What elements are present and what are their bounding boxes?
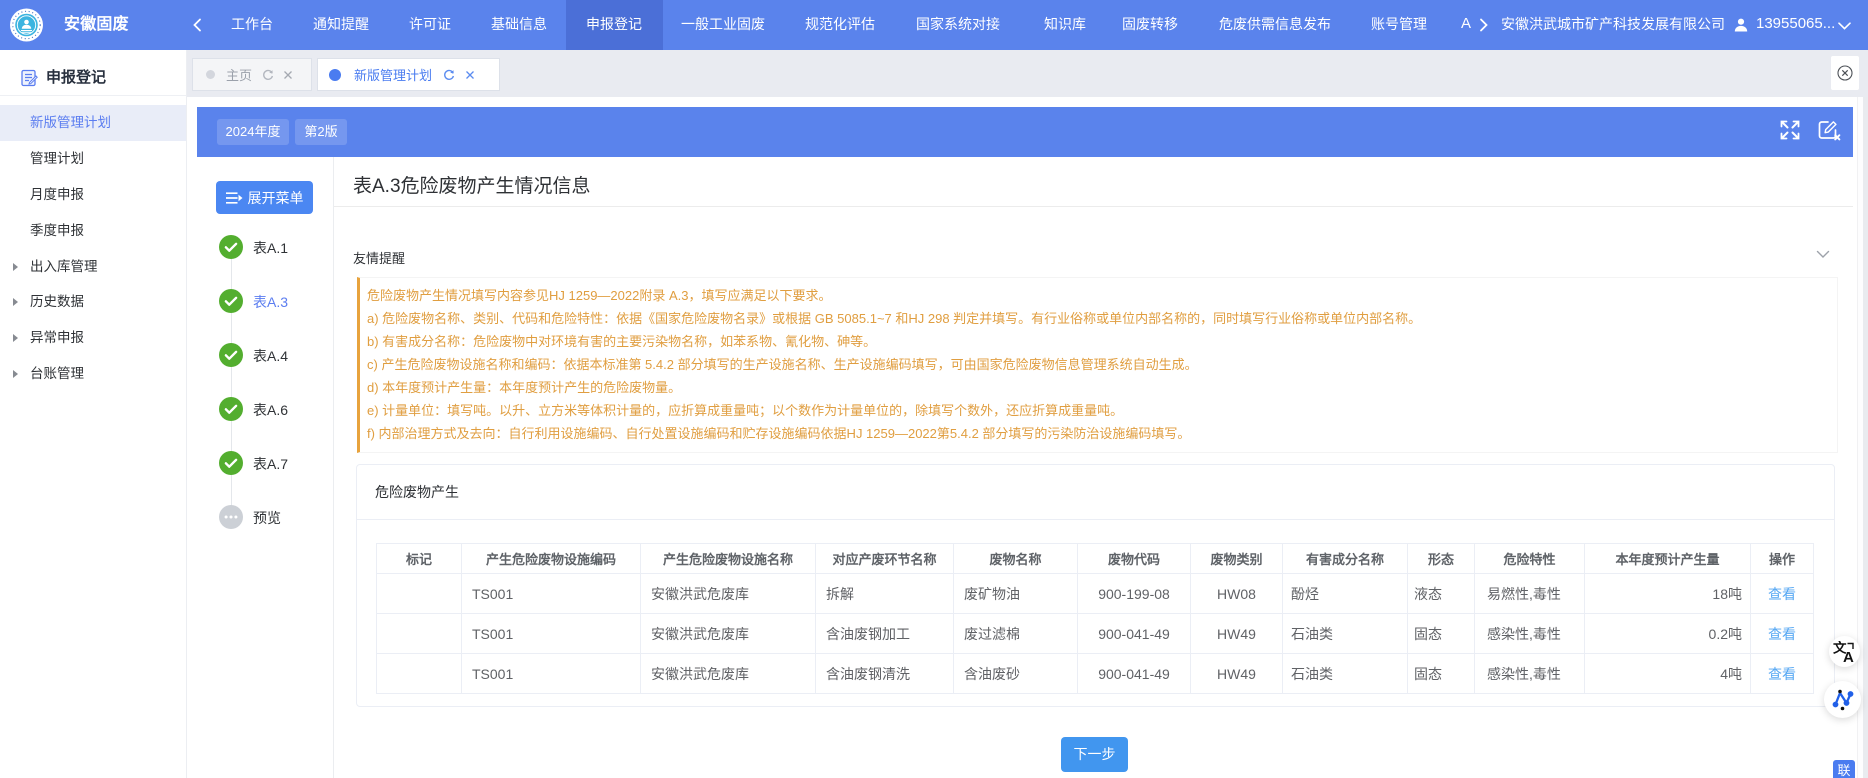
svg-text:A: A <box>1843 649 1854 663</box>
